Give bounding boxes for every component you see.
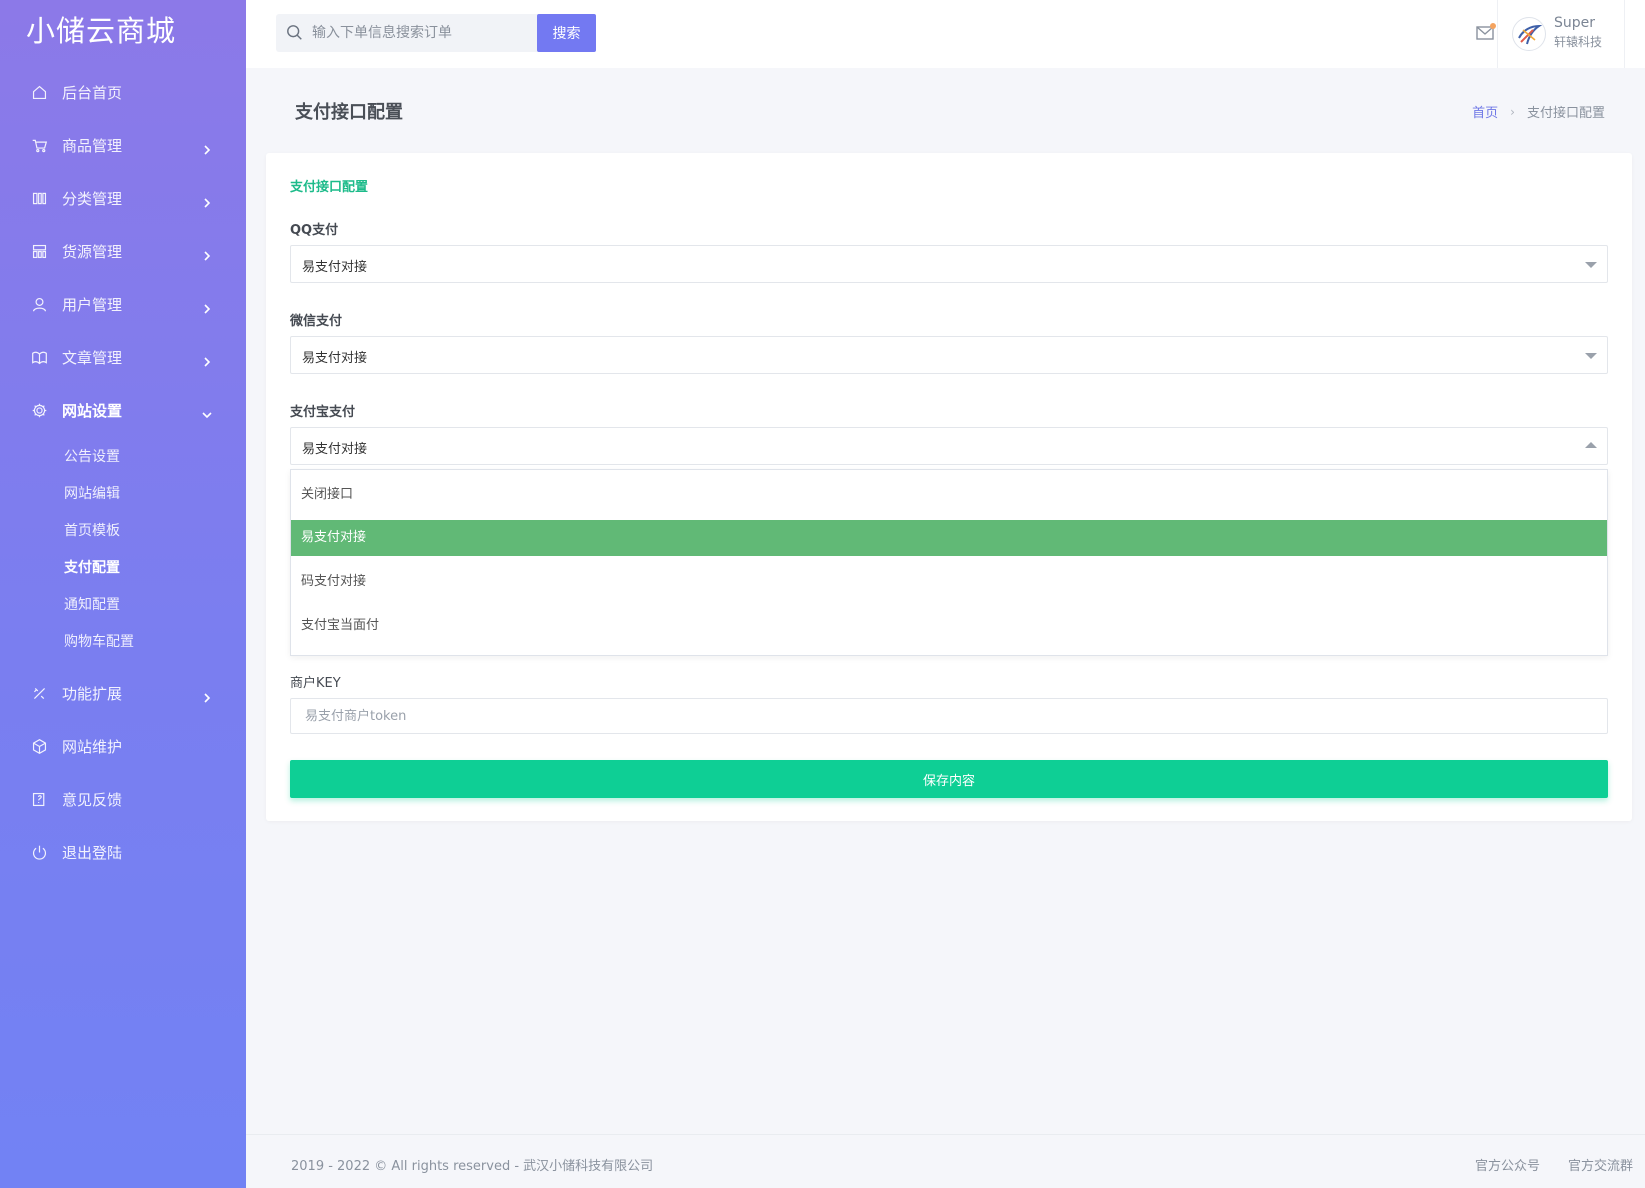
copyright-text: 2019 - 2022 © All rights reserved - 武汉小储… — [291, 1159, 654, 1174]
sidebar-item-categories[interactable]: 分类管理 — [0, 172, 246, 225]
chevron-right-icon — [202, 300, 212, 314]
payment-config-card: 支付接口配置 QQ支付 易支付对接 微信支付 易支付对接 支付宝支付 易支付对接… — [266, 153, 1632, 821]
tools-icon — [30, 685, 48, 703]
columns-icon — [30, 190, 48, 208]
sidebar-item-label: 商品管理 — [62, 137, 123, 155]
footer: 2019 - 2022 © All rights reserved - 武汉小储… — [246, 1134, 1645, 1188]
cart-icon — [30, 137, 48, 155]
sidebar-item-label: 分类管理 — [62, 190, 123, 208]
chevron-down-icon — [202, 406, 212, 418]
sub-item-home-template[interactable]: 首页模板 — [0, 513, 246, 550]
sidebar-item-label: 网站设置 — [62, 402, 123, 420]
dropdown-option-epay[interactable]: 易支付对接 — [291, 520, 1607, 556]
alipay-dropdown-list: 关闭接口 易支付对接 码支付对接 支付宝当面付 — [290, 469, 1608, 656]
search-input[interactable] — [312, 14, 550, 52]
sub-item-site-edit[interactable]: 网站编辑 — [0, 476, 246, 513]
select-value: 易支付对接 — [302, 351, 368, 366]
wechat-pay-select[interactable]: 易支付对接 — [290, 336, 1608, 374]
sidebar-item-users[interactable]: 用户管理 — [0, 278, 246, 331]
user-menu[interactable]: Super 轩辕科技 — [1497, 0, 1625, 68]
sub-item-notify-config[interactable]: 通知配置 — [0, 587, 246, 624]
merchant-key-input[interactable] — [290, 698, 1608, 734]
search-button[interactable]: 搜索 — [537, 14, 596, 52]
qq-pay-select[interactable]: 易支付对接 — [290, 245, 1608, 283]
dropdown-option-alipay-f2f[interactable]: 支付宝当面付 — [291, 608, 1607, 644]
dropdown-option-codepay[interactable]: 码支付对接 — [291, 564, 1607, 600]
breadcrumb: 首页 › 支付接口配置 — [1472, 102, 1605, 122]
section-title: 支付接口配置 — [290, 180, 369, 195]
avatar — [1512, 17, 1546, 51]
breadcrumb-separator-icon: › — [1510, 104, 1515, 119]
footer-link-community-group[interactable]: 官方交流群 — [1568, 1155, 1633, 1174]
chevron-right-icon — [202, 194, 212, 208]
sidebar-item-label: 用户管理 — [62, 296, 123, 314]
mail-icon[interactable] — [1475, 22, 1497, 42]
sidebar-item-label: 货源管理 — [62, 243, 123, 261]
alipay-select[interactable]: 易支付对接 — [290, 427, 1608, 465]
dropdown-option-close[interactable]: 关闭接口 — [291, 477, 1607, 513]
user-name: Super — [1554, 15, 1596, 31]
site-settings-submenu: 公告设置 网站编辑 首页模板 支付配置 通知配置 购物车配置 — [0, 437, 246, 667]
brand-logo[interactable]: 小储云商城 — [0, 0, 246, 66]
breadcrumb-current: 支付接口配置 — [1526, 106, 1605, 121]
caret-down-icon — [1585, 353, 1597, 359]
select-value: 易支付对接 — [302, 442, 368, 457]
sidebar-item-home[interactable]: 后台首页 — [0, 66, 246, 119]
user-icon — [30, 296, 48, 314]
wechat-pay-label: 微信支付 — [290, 314, 343, 329]
sidebar-item-label: 后台首页 — [62, 84, 123, 102]
footer-links: 官方公众号 官方交流群 — [1475, 1155, 1633, 1174]
sidebar-item-label: 退出登陆 — [62, 844, 123, 862]
chevron-right-icon — [202, 141, 212, 155]
sub-item-cart-config[interactable]: 购物车配置 — [0, 624, 246, 661]
sidebar-item-articles[interactable]: 文章管理 — [0, 331, 246, 384]
gear-icon — [30, 402, 48, 420]
cube-icon — [30, 738, 48, 756]
user-org: 轩辕科技 — [1554, 35, 1603, 49]
sidebar-item-label: 意见反馈 — [62, 791, 123, 809]
sidebar-item-label: 文章管理 — [62, 349, 123, 367]
sidebar: 小储云商城 后台首页 商品管理 分类管理 货源管理 用户管理 文章管理 网站设置… — [0, 0, 246, 1188]
sidebar-item-extensions[interactable]: 功能扩展 — [0, 667, 246, 720]
chevron-right-icon — [202, 689, 212, 703]
merchant-key-label: 商户KEY — [290, 676, 341, 691]
sidebar-item-sources[interactable]: 货源管理 — [0, 225, 246, 278]
footer-link-official-account[interactable]: 官方公众号 — [1475, 1155, 1540, 1174]
sidebar-item-feedback[interactable]: 意见反馈 — [0, 773, 246, 826]
caret-up-icon — [1585, 442, 1597, 448]
sidebar-item-logout[interactable]: 退出登陆 — [0, 826, 246, 879]
sidebar-item-maintenance[interactable]: 网站维护 — [0, 720, 246, 773]
grid-icon — [30, 243, 48, 261]
chevron-right-icon — [202, 247, 212, 261]
sidebar-item-products[interactable]: 商品管理 — [0, 119, 246, 172]
book-icon — [30, 349, 48, 367]
page-title: 支付接口配置 — [295, 102, 403, 123]
save-button[interactable]: 保存内容 — [290, 760, 1608, 798]
home-icon — [30, 84, 48, 102]
qq-pay-label: QQ支付 — [290, 223, 339, 238]
select-value: 易支付对接 — [302, 260, 368, 275]
topbar: 搜索 Super 轩辕科技 — [246, 0, 1645, 68]
breadcrumb-home-link[interactable]: 首页 — [1472, 102, 1498, 121]
sub-item-payment-config[interactable]: 支付配置 — [0, 550, 246, 587]
chevron-right-icon — [202, 353, 212, 367]
sidebar-item-label: 功能扩展 — [62, 685, 123, 703]
alipay-label: 支付宝支付 — [290, 405, 356, 420]
sidebar-menu: 后台首页 商品管理 分类管理 货源管理 用户管理 文章管理 网站设置 公告设置 … — [0, 66, 246, 879]
sub-item-notice-settings[interactable]: 公告设置 — [0, 439, 246, 476]
feedback-icon — [30, 791, 48, 809]
sidebar-item-site-settings[interactable]: 网站设置 — [0, 384, 246, 437]
caret-down-icon — [1585, 262, 1597, 268]
search-icon — [286, 24, 304, 42]
power-icon — [30, 844, 48, 862]
sidebar-item-label: 网站维护 — [62, 738, 123, 756]
